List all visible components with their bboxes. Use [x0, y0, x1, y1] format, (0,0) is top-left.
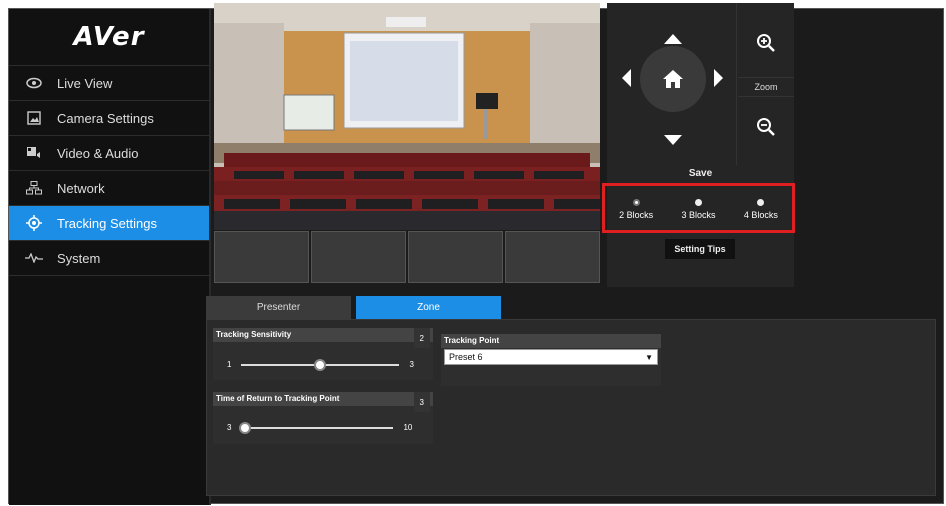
sidebar-item-video-audio[interactable]: Video & Audio	[9, 136, 209, 171]
time-of-return-slider-row: 3 10	[227, 421, 427, 434]
slider-max-label: 10	[403, 423, 413, 432]
time-of-return-card: Time of Return to Tracking Point 3	[213, 392, 433, 444]
radio-selected-icon	[632, 198, 640, 206]
radio-icon	[757, 198, 765, 206]
slider-min-label: 3	[227, 423, 232, 432]
sidebar-item-live-view[interactable]: Live View	[9, 66, 209, 101]
eye-icon	[23, 77, 45, 89]
slider-handle[interactable]	[239, 421, 252, 434]
aver-logo: AVer	[9, 9, 209, 66]
zoom-label: Zoom	[738, 77, 794, 97]
arrow-down-icon[interactable]	[664, 134, 682, 146]
live-video-preview[interactable]	[214, 3, 600, 230]
pulse-icon	[23, 253, 45, 263]
tracking-point-select[interactable]: Preset 6 ▼	[444, 349, 658, 365]
blocks-option-label: 4 Blocks	[743, 209, 778, 220]
zone-block-grid	[214, 231, 600, 283]
time-of-return-title: Time of Return to Tracking Point	[216, 394, 340, 403]
blocks-option-4[interactable]: 4 Blocks	[743, 198, 778, 220]
sidebar-item-label: Live View	[57, 75, 113, 91]
time-of-return-slider[interactable]	[239, 421, 394, 434]
direction-pad	[607, 3, 737, 165]
blocks-option-3[interactable]: 3 Blocks	[681, 198, 716, 220]
zone-block[interactable]	[408, 231, 503, 283]
zone-block[interactable]	[311, 231, 406, 283]
tracking-point-selected: Preset 6	[449, 352, 483, 362]
sidebar-item-tracking-settings[interactable]: Tracking Settings	[9, 206, 209, 241]
tracking-sensitivity-value: 2	[413, 328, 430, 348]
setting-tips-button[interactable]: Setting Tips	[665, 239, 735, 259]
sidebar-item-label: Tracking Settings	[57, 215, 157, 231]
sidebar-item-network[interactable]: Network	[9, 171, 209, 206]
image-icon	[23, 111, 45, 125]
sidebar-item-camera-settings[interactable]: Camera Settings	[9, 101, 209, 136]
zone-block[interactable]	[505, 231, 600, 283]
blocks-option-label: 3 Blocks	[681, 209, 716, 220]
target-icon	[23, 215, 45, 231]
time-of-return-value: 3	[413, 392, 430, 412]
arrow-up-icon[interactable]	[664, 33, 682, 45]
zoom-in-icon[interactable]	[756, 33, 776, 53]
sidebar-item-label: System	[57, 250, 101, 266]
slider-handle[interactable]	[314, 358, 327, 371]
zone-settings-panel: Tracking Sensitivity 2 1 3 Time of Return…	[206, 319, 936, 496]
zoom-controls: Zoom	[738, 3, 794, 165]
blocks-option-label: 2 Blocks	[619, 209, 654, 220]
slider-max-label: 3	[409, 360, 414, 369]
tracking-sensitivity-title: Tracking Sensitivity	[216, 330, 292, 339]
sidebar: AVer Live View Camera Settings Video & A…	[9, 9, 211, 505]
video-audio-icon	[23, 146, 45, 160]
sidebar-item-label: Network	[57, 180, 105, 196]
tracking-sensitivity-slider-row: 1 3	[227, 358, 427, 371]
tab-zone[interactable]: Zone	[356, 296, 501, 319]
tracking-mode-tabs: Presenter Zone	[206, 296, 501, 319]
sidebar-item-label: Video & Audio	[57, 145, 139, 161]
zoom-out-icon[interactable]	[756, 117, 776, 137]
sidebar-item-label: Camera Settings	[57, 110, 154, 126]
tracking-sensitivity-slider[interactable]	[241, 358, 400, 371]
arrow-left-icon[interactable]	[622, 69, 632, 87]
sidebar-item-system[interactable]: System	[9, 241, 209, 276]
tracking-sensitivity-card: Tracking Sensitivity 2	[213, 328, 433, 380]
zone-block[interactable]	[214, 231, 309, 283]
chevron-down-icon: ▼	[645, 352, 653, 362]
tracking-point-title: Tracking Point	[444, 336, 500, 345]
home-icon[interactable]	[662, 69, 684, 89]
arrow-right-icon[interactable]	[713, 69, 723, 87]
tab-presenter[interactable]: Presenter	[206, 296, 351, 319]
zone-blocks-selector: 2 Blocks 3 Blocks 4 Blocks	[602, 183, 795, 233]
slider-min-label: 1	[227, 360, 232, 369]
radio-icon	[694, 198, 702, 206]
network-icon	[23, 181, 45, 195]
save-button[interactable]: Save	[607, 168, 794, 179]
classroom-scene	[214, 3, 600, 230]
blocks-option-2[interactable]: 2 Blocks	[619, 198, 654, 220]
